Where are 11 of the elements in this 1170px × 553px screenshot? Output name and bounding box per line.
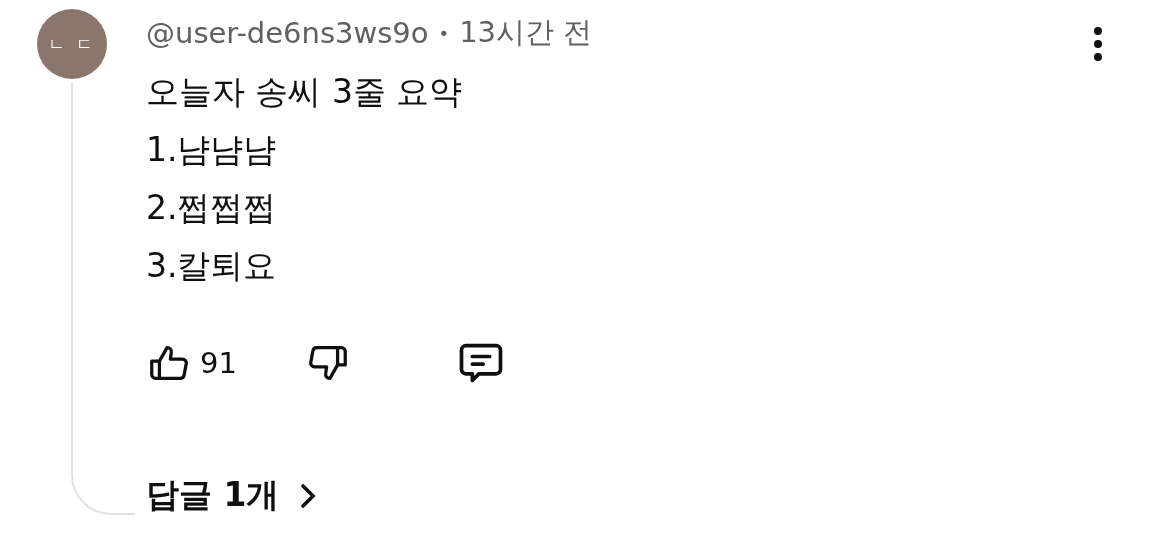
more-options-icon[interactable] — [1092, 26, 1104, 62]
like-button[interactable]: 91 — [146, 340, 237, 386]
replies-link[interactable]: 답글 1개 — [146, 473, 320, 518]
comment-line: 2.쩝쩝쩝 — [146, 187, 278, 229]
comment-line: 3.칼퇴요 — [146, 245, 278, 287]
author-name[interactable]: @user-de6ns3ws9o — [146, 16, 429, 50]
separator-dot: • — [438, 22, 450, 44]
avatar[interactable]: ㄴ ㄷ — [37, 9, 107, 79]
comment-time: 13시간 전 — [459, 14, 593, 51]
comment-line: 1.냠냠냠 — [146, 129, 278, 171]
comment-line: 오늘자 송씨 3줄 요약 — [146, 71, 464, 113]
